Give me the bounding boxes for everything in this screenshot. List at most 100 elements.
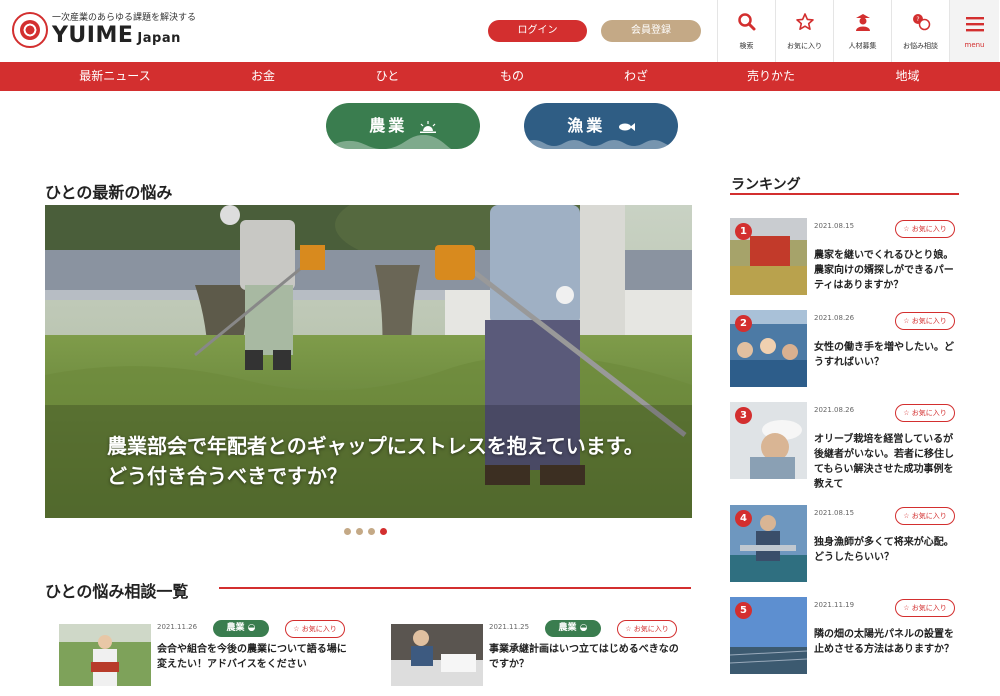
- slider-dot[interactable]: [356, 528, 363, 535]
- ranking-item[interactable]: 4 2021.08.15 ☆ お気に入り 独身漁師が多くて将来が心配。どうしたら…: [730, 505, 960, 585]
- ranking-title-text: 女性の働き手を増やしたい。どうすればいい？: [814, 342, 954, 368]
- agriculture-button[interactable]: 農業: [326, 103, 480, 149]
- consult-thumb: [391, 624, 483, 686]
- rank-badge: 4: [735, 510, 752, 527]
- search-link[interactable]: 検索: [717, 0, 775, 62]
- sunrise-icon: [419, 120, 436, 133]
- star-icon: ☆: [903, 225, 910, 233]
- favorite-label: お気に入り: [911, 604, 947, 612]
- agriculture-tag[interactable]: 農業 ◒: [213, 620, 269, 637]
- favorites-link[interactable]: お気に入り: [775, 0, 833, 62]
- nav-people[interactable]: ひと: [296, 62, 479, 91]
- favorite-label: お気に入り: [911, 512, 947, 520]
- star-icon: ☆: [903, 604, 910, 612]
- star-icon: ☆: [625, 625, 632, 633]
- consult-thumb: [59, 624, 151, 686]
- field-decoration-icon: [326, 135, 480, 149]
- ranking-item[interactable]: 3 2021.08.26 ☆ お気に入り オリーブ栽培を経営しているが後継者がい…: [730, 402, 960, 490]
- wave-decoration-icon: [524, 140, 678, 149]
- slider-dot-active[interactable]: [380, 528, 387, 535]
- tag-label: 農業: [558, 623, 577, 633]
- rank-badge: 1: [735, 223, 752, 240]
- favorite-label: お気に入り: [633, 625, 669, 633]
- nav-money[interactable]: お金: [230, 62, 296, 91]
- favorite-label: お気に入り: [301, 625, 337, 633]
- nav-sales[interactable]: 売りかた: [727, 62, 815, 91]
- main-nav: 最新ニュース お金 ひと もの わざ 売りかた 地域: [0, 62, 1000, 91]
- ranking-title-text: 隣の畑の太陽光パネルの設置を止めさせる方法はありますか？: [814, 629, 954, 655]
- hero-slide[interactable]: 農業部会で年配者とのギャップにストレスを抱えています。どう付き合うべきですか？: [45, 205, 692, 518]
- search-icon: [737, 13, 755, 31]
- nav-skills[interactable]: わざ: [545, 62, 727, 91]
- consult-link[interactable]: ? お悩み相談: [891, 0, 949, 62]
- search-label: 検索: [739, 42, 754, 50]
- register-button[interactable]: 会員登録: [601, 20, 701, 42]
- favorite-button[interactable]: ☆ お気に入り: [617, 620, 677, 638]
- nav-region[interactable]: 地域: [815, 62, 1000, 91]
- ranking-item[interactable]: 5 2021.11.19 ☆ お気に入り 隣の畑の太陽光パネルの設置を止めさせる…: [730, 597, 960, 677]
- logo-main-text: YUIME: [52, 23, 134, 48]
- consult-item[interactable]: 2021.11.26 農業 ◒ ☆ お気に入り 会合や組合を今後の農業について語…: [59, 620, 349, 692]
- recruit-label: 人材募集: [848, 42, 877, 50]
- consult-icon: ?: [912, 14, 930, 31]
- ranking-title-text: 農家を継いでくれるひとり娘。農家向けの婿探しができるパーティはありますか？: [814, 250, 954, 291]
- menu-label: menu: [964, 41, 985, 49]
- slider-dots: [344, 528, 387, 535]
- consult-title: 会合や組合を今後の農業について語る場に変えたい！アドバイスをください: [157, 644, 347, 670]
- consult-label: お悩み相談: [903, 42, 938, 50]
- slider-dot[interactable]: [368, 528, 375, 535]
- consult-section-line: [219, 587, 691, 589]
- tag-label: 農業: [226, 623, 245, 633]
- ranking-title-line: [730, 193, 959, 195]
- hero-caption: 農業部会で年配者とのギャップにストレスを抱えています。どう付き合うべきですか？: [107, 434, 644, 488]
- rank-badge: 2: [735, 315, 752, 332]
- nav-goods[interactable]: もの: [479, 62, 545, 91]
- consult-item[interactable]: 2021.11.25 農業 ◒ ☆ お気に入り 事業承継計画はいつ立てはじめるべ…: [391, 620, 681, 692]
- ranking-title-text: オリーブ栽培を経営しているが後継者がいない。若者に移住してもらい解決させた成功事…: [814, 434, 954, 490]
- recruit-link[interactable]: 人材募集: [833, 0, 891, 62]
- nav-latest-news[interactable]: 最新ニュース: [0, 62, 230, 91]
- star-icon: ☆: [903, 512, 910, 520]
- ranking-date: 2021.08.26: [814, 406, 855, 414]
- consult-title: 事業承継計画はいつ立てはじめるべきなのですか？: [489, 644, 679, 670]
- login-button[interactable]: ログイン: [488, 20, 587, 42]
- rank-badge: 3: [735, 407, 752, 424]
- agriculture-tag[interactable]: 農業 ◒: [545, 620, 601, 637]
- person-icon: [855, 14, 870, 31]
- ranking-item[interactable]: 1 2021.08.15 ☆ お気に入り 農家を継いでくれるひとり娘。農家向けの…: [730, 218, 960, 298]
- favorites-label: お気に入り: [787, 42, 822, 50]
- favorite-button[interactable]: ☆ お気に入り: [895, 507, 955, 525]
- favorite-label: お気に入り: [911, 317, 947, 325]
- favorite-button[interactable]: ☆ お気に入り: [895, 220, 955, 238]
- favorite-button[interactable]: ☆ お気に入り: [895, 599, 955, 617]
- star-icon: ☆: [903, 409, 910, 417]
- site-header: 一次産業のあらゆる課題を解決する YUIME Japan ログイン 会員登録 検索…: [0, 0, 1000, 62]
- ranking-date: 2021.08.15: [814, 509, 855, 517]
- menu-button[interactable]: menu: [949, 0, 999, 62]
- fish-icon: [618, 122, 635, 131]
- logo-name: YUIME Japan: [52, 23, 181, 48]
- ranking-date: 2021.08.26: [814, 314, 855, 322]
- star-icon: ☆: [293, 625, 300, 633]
- consult-date: 2021.11.25: [489, 623, 530, 631]
- star-icon: ☆: [903, 317, 910, 325]
- ranking-title: ランキング: [731, 177, 801, 193]
- logo-tagline: 一次産業のあらゆる課題を解決する: [52, 13, 197, 23]
- sunrise-icon: ◒: [579, 623, 588, 633]
- fishery-label: 漁業: [567, 116, 606, 135]
- ranking-item[interactable]: 2 2021.08.26 ☆ お気に入り 女性の働き手を増やしたい。どうすればい…: [730, 310, 960, 390]
- favorite-button[interactable]: ☆ お気に入り: [895, 312, 955, 330]
- fishery-button[interactable]: 漁業: [524, 103, 678, 149]
- agriculture-label: 農業: [369, 116, 408, 135]
- slider-dot[interactable]: [344, 528, 351, 535]
- favorite-button[interactable]: ☆ お気に入り: [895, 404, 955, 422]
- consult-section-title: ひとの悩み相談一覧: [45, 582, 189, 601]
- sunrise-icon: ◒: [247, 623, 256, 633]
- hamburger-icon: [965, 17, 984, 32]
- site-logo[interactable]: 一次産業のあらゆる課題を解決する YUIME Japan: [12, 10, 212, 54]
- favorite-button[interactable]: ☆ お気に入り: [285, 620, 345, 638]
- favorite-label: お気に入り: [911, 225, 947, 233]
- ranking-date: 2021.11.19: [814, 601, 855, 609]
- favorite-label: お気に入り: [911, 409, 947, 417]
- svg-text:?: ?: [916, 16, 919, 23]
